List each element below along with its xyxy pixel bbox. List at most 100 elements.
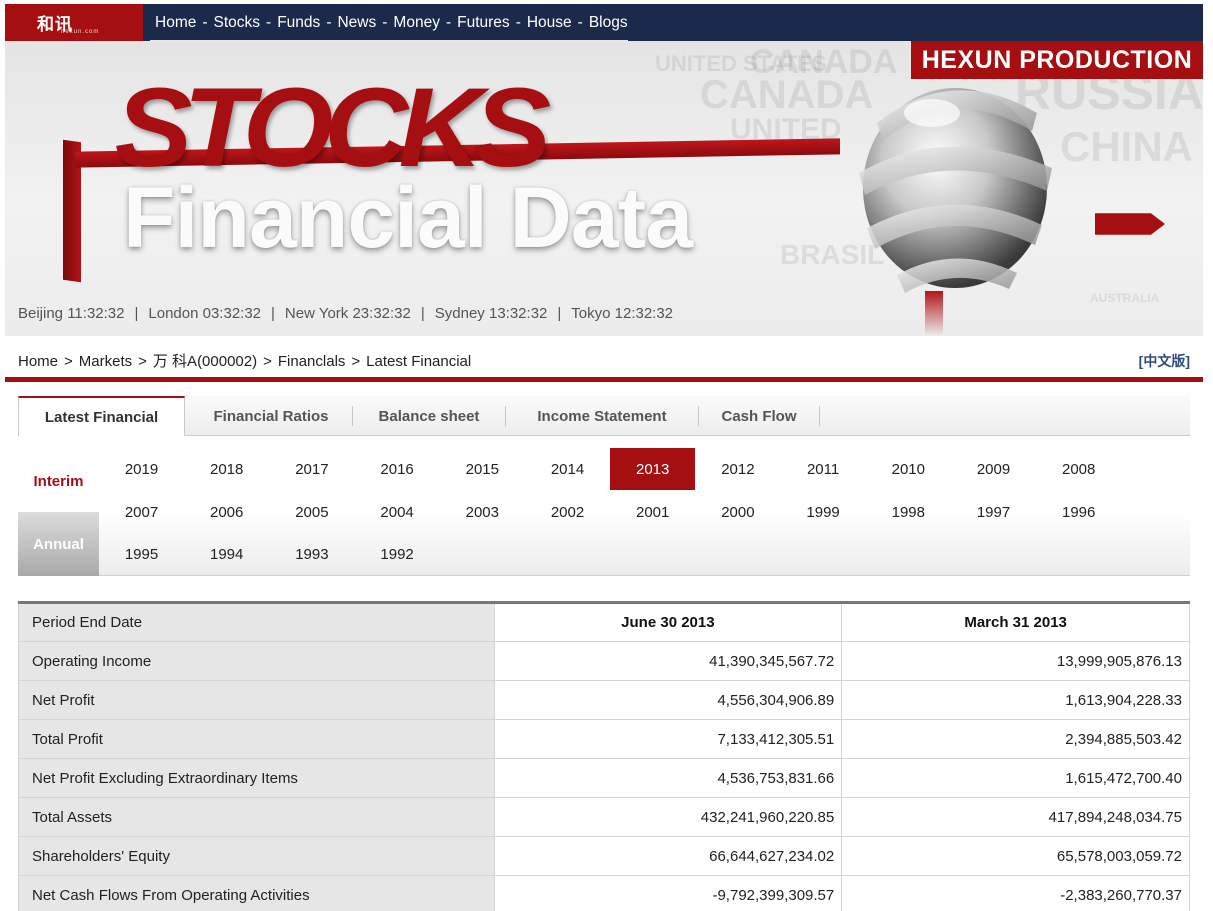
row-value-june-2013: -9,792,399,309.57 [493, 875, 843, 911]
year-1994[interactable]: 1994 [184, 533, 269, 575]
year-2004[interactable]: 2004 [355, 491, 440, 533]
top-nav-bar: 和讯 hexun.com Home - Stocks - Funds - News - Mone… [5, 4, 1203, 42]
year-2005[interactable]: 2005 [269, 491, 354, 533]
year-2007[interactable]: 2007 [99, 491, 184, 533]
clock-time: 23:32:32 [352, 305, 411, 322]
breadcrumb-link[interactable]: Financlals [278, 353, 346, 370]
clock-sydney: Sydney 13:32:32 [435, 305, 548, 322]
table-row: Net Profit 4,556,304,906.89 1,613,904,228.… [18, 680, 1190, 720]
year-1993[interactable]: 1993 [269, 533, 354, 575]
row-label: Shareholders' Equity [18, 836, 495, 876]
clock-new-york: New York 23:32:32 [285, 305, 411, 322]
period-interim-button[interactable]: Interim [18, 460, 99, 502]
map-word: CHINA [1060, 123, 1193, 170]
nav-link-home[interactable]: Home [155, 14, 196, 32]
row-value-march-2013: 1,613,904,228.33 [841, 680, 1190, 720]
year-1992[interactable]: 1992 [355, 533, 440, 575]
period-end-date-label: Period End Date [18, 602, 495, 642]
row-value-march-2013: 1,615,472,700.40 [841, 758, 1190, 798]
year-2018[interactable]: 2018 [184, 448, 269, 490]
row-label: Net Profit [18, 680, 495, 720]
tab-income-statement[interactable]: Income Statement [506, 396, 698, 436]
nav-link-futures[interactable]: Futures [457, 14, 510, 32]
breadcrumb-link[interactable]: Markets [79, 353, 132, 370]
nav-link-stocks[interactable]: Stocks [214, 14, 261, 32]
row-value-june-2013: 4,536,753,831.66 [493, 758, 843, 798]
year-1996[interactable]: 1996 [1036, 491, 1121, 533]
row-value-june-2013: 432,241,960,220.85 [493, 797, 843, 837]
year-1998[interactable]: 1998 [866, 491, 951, 533]
year-2011[interactable]: 2011 [781, 448, 866, 490]
clock-separator: | [134, 305, 139, 322]
nav-separator: - [326, 13, 332, 31]
clock-london: London 03:32:32 [148, 305, 261, 322]
year-1997[interactable]: 1997 [951, 491, 1036, 533]
year-2010[interactable]: 2010 [866, 448, 951, 490]
year-2000[interactable]: 2000 [695, 491, 780, 533]
nav-separator: - [515, 13, 521, 31]
financial-tabs: Latest Financial Financial Ratios Balanc… [18, 396, 1190, 437]
chinese-version-link[interactable]: [中文版] [1139, 351, 1190, 371]
tab-latest-financial[interactable]: Latest Financial [18, 396, 185, 437]
main-nav: Home - Stocks - Funds - News - Money - Futures - Hou… [155, 4, 628, 41]
breadcrumb-separator: > [351, 353, 361, 370]
clock-beijing: Beijing 11:32:32 [18, 305, 124, 322]
clock-tokyo: Tokyo 12:32:32 [571, 305, 673, 322]
year-2012[interactable]: 2012 [695, 448, 780, 490]
period-annual-button[interactable]: Annual [18, 512, 99, 576]
nav-link-funds[interactable]: Funds [277, 14, 320, 32]
tab-balance-sheet[interactable]: Balance sheet [353, 396, 505, 436]
year-2014[interactable]: 2014 [525, 448, 610, 490]
banner-title-financial-data: Financial Data [123, 170, 693, 266]
row-value-march-2013: 2,394,885,503.42 [841, 719, 1190, 759]
clock-separator: | [420, 305, 425, 322]
nav-link-news[interactable]: News [337, 14, 376, 32]
year-2015[interactable]: 2015 [440, 448, 525, 490]
logo-subtext: hexun.com [61, 29, 100, 35]
hexun-logo[interactable]: 和讯 hexun.com [5, 4, 143, 41]
breadcrumb-link[interactable]: 万 科A(000002) [153, 353, 257, 370]
breadcrumb-link[interactable]: Home [18, 353, 58, 370]
year-2017[interactable]: 2017 [269, 448, 354, 490]
row-label: Total Profit [18, 719, 495, 759]
tab-financial-ratios[interactable]: Financial Ratios [190, 396, 352, 436]
nav-link-house[interactable]: House [527, 14, 572, 32]
clock-city: Sydney [434, 305, 485, 322]
year-2009[interactable]: 2009 [951, 448, 1036, 490]
year-2016[interactable]: 2016 [355, 448, 440, 490]
breadcrumb-separator: > [64, 353, 73, 370]
map-word: AUSTRALIA [1090, 291, 1160, 305]
nav-separator: - [445, 13, 452, 31]
year-2003[interactable]: 2003 [440, 491, 525, 533]
year-2001[interactable]: 2001 [610, 491, 695, 533]
nav-separator: - [382, 13, 388, 31]
year-1999[interactable]: 1999 [781, 491, 866, 533]
tab-cash-flow[interactable]: Cash Flow [699, 396, 819, 436]
year-2008[interactable]: 2008 [1036, 448, 1121, 490]
year-2006[interactable]: 2006 [184, 491, 269, 533]
row-label: Total Assets [18, 797, 495, 837]
row-label: Operating Income [18, 641, 495, 681]
row-value-june-2013: 41,390,345,567.72 [493, 641, 843, 681]
breadcrumb-separator: > [263, 353, 272, 370]
row-label: Net Cash Flows From Operating Activities [18, 875, 495, 911]
year-2019[interactable]: 2019 [99, 448, 184, 490]
clock-city: Beijing [18, 305, 64, 322]
nav-link-blogs[interactable]: Blogs [589, 14, 628, 32]
clock-city: Tokyo [571, 305, 611, 322]
row-value-march-2013: 417,894,248,034.75 [841, 797, 1190, 837]
clock-time: 11:32:32 [67, 305, 125, 322]
table-row: Net Profit Excluding Extraordinary Items… [18, 758, 1190, 798]
clock-separator: | [271, 305, 275, 322]
year-2002[interactable]: 2002 [525, 491, 610, 533]
row-value-june-2013: 66,644,627,234.02 [493, 836, 843, 876]
table-row: Shareholders' Equity 66,644,627,234.02 65,… [18, 836, 1190, 876]
globe-icon [859, 88, 1052, 293]
year-1995[interactable]: 1995 [99, 533, 184, 575]
clock-time: 13:32:32 [488, 305, 548, 322]
nav-separator: - [577, 13, 583, 31]
nav-link-money[interactable]: Money [393, 14, 440, 32]
breadcrumb-bar: Home > Markets > 万 科A(000002) > Financlals > Lat… [5, 336, 1203, 382]
year-2013[interactable]: 2013 [610, 448, 696, 490]
row-value-march-2013: 65,578,003,059.72 [841, 836, 1190, 876]
